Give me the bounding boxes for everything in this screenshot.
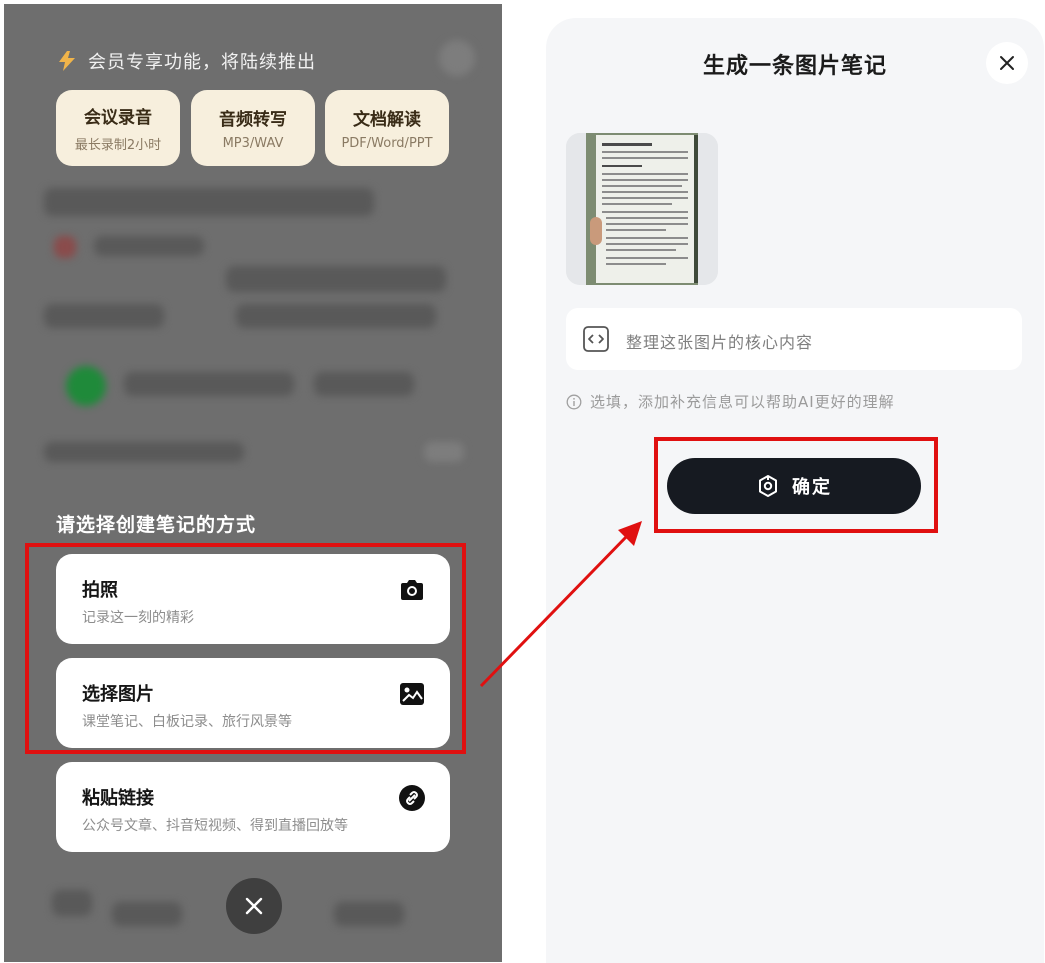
feature-title: 音频转写 [219, 110, 287, 130]
close-button[interactable] [986, 42, 1028, 84]
input-placeholder: 整理这张图片的核心内容 [626, 333, 814, 352]
hint-row: 选填，添加补充信息可以帮助AI更好的理解 [566, 391, 895, 412]
feature-audio-transcribe[interactable]: 音频转写 MP3/WAV [191, 90, 315, 166]
feature-title: 会议录音 [84, 108, 152, 128]
link-icon [399, 785, 425, 811]
create-note-sheet: 会员专享功能，将陆续推出 会议录音 最长录制2小时 音频转写 MP3/WAV 文… [4, 4, 502, 962]
book-page-image [566, 133, 718, 285]
choose-method-title: 请选择创建笔记的方式 [56, 514, 257, 536]
close-icon [1000, 56, 1014, 70]
option-paste-link[interactable]: 粘贴链接 公众号文章、抖音短视频、得到直播回放等 [56, 762, 450, 852]
feature-subtitle: 最长录制2小时 [74, 138, 162, 153]
supplement-input[interactable]: 整理这张图片的核心内容 [566, 308, 1022, 370]
feature-document-read[interactable]: 文档解读 PDF/Word/PPT [325, 90, 449, 166]
option-subtitle: 公众号文章、抖音短视频、得到直播回放等 [82, 818, 348, 834]
vip-banner-text: 会员专享功能，将陆续推出 [88, 52, 316, 73]
sheet-title: 生成一条图片笔记 [702, 54, 887, 79]
hint-text: 选填，添加补充信息可以帮助AI更好的理解 [590, 393, 895, 411]
selected-image-thumbnail[interactable] [566, 133, 718, 285]
highlight-box-options [25, 543, 466, 754]
feature-meeting-recording[interactable]: 会议录音 最长录制2小时 [56, 90, 180, 166]
close-icon [245, 897, 263, 915]
code-icon [583, 326, 609, 352]
vip-banner: 会员专享功能，将陆续推出 [56, 48, 316, 74]
feature-title: 文档解读 [353, 110, 421, 130]
option-title: 粘贴链接 [82, 788, 154, 809]
info-icon [566, 394, 582, 409]
feature-subtitle: MP3/WAV [222, 136, 284, 151]
lightning-icon [59, 51, 75, 71]
highlight-box-confirm [654, 437, 938, 533]
feature-subtitle: PDF/Word/PPT [341, 136, 433, 151]
close-button[interactable] [226, 878, 282, 934]
